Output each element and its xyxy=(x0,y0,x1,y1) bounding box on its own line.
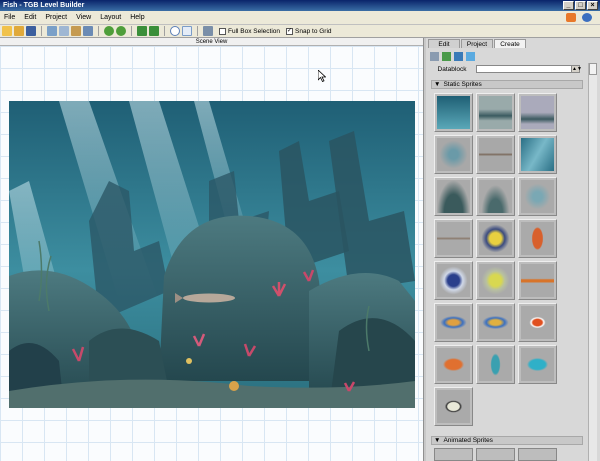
panel-tabs: Edit Project Create xyxy=(428,39,526,48)
refresh-icon[interactable] xyxy=(430,51,439,61)
sprite-rock-cluster[interactable] xyxy=(434,177,473,216)
sprite-gray-fish[interactable] xyxy=(434,219,473,258)
menu-edit[interactable]: Edit xyxy=(24,14,36,21)
menu-bar: File Edit Project View Layout Help xyxy=(0,11,600,25)
sprite-teal-seahorse[interactable] xyxy=(476,345,515,384)
animated-sprites-row xyxy=(434,448,584,461)
scene-view-title: Scene View xyxy=(195,39,228,45)
tab-edit[interactable]: Edit xyxy=(428,39,460,48)
level-scene[interactable] xyxy=(9,101,415,408)
sprite-orange-fish[interactable] xyxy=(434,345,473,384)
toolbar-separator xyxy=(164,26,165,36)
sprite-clownfish[interactable] xyxy=(518,303,557,342)
main-toolbar: Full Box Selection ✓ Snap to Grid xyxy=(0,25,600,38)
animated-sprite-cell[interactable] xyxy=(476,448,515,461)
paste-icon[interactable] xyxy=(71,26,81,36)
undo-icon[interactable] xyxy=(104,26,114,36)
sprite-white-triggerfish[interactable] xyxy=(434,387,473,426)
toolbar-separator xyxy=(131,26,132,36)
sprite-blue-angelfish[interactable] xyxy=(434,261,473,300)
mail-icon[interactable] xyxy=(566,13,576,22)
export-icon[interactable] xyxy=(466,51,475,61)
animated-sprite-cell[interactable] xyxy=(434,448,473,461)
minimize-button[interactable]: _ xyxy=(563,1,574,10)
sprite-water-background[interactable] xyxy=(434,93,473,132)
create-panel: Edit Project Create Datablock ▲▼ ▼ Static… xyxy=(426,38,600,461)
animated-sprites-header[interactable]: ▼ Animated Sprites xyxy=(431,436,583,445)
sprite-orange-eel[interactable] xyxy=(518,261,557,300)
image-icon[interactable] xyxy=(454,51,463,61)
sprite-yellow-angelfish[interactable] xyxy=(476,219,515,258)
pointer-tool-icon[interactable] xyxy=(182,26,192,36)
scrollbar-thumb[interactable] xyxy=(589,63,597,75)
menu-view[interactable]: View xyxy=(76,14,91,21)
sprite-rocks-strip[interactable] xyxy=(476,93,515,132)
menu-project[interactable]: Project xyxy=(45,14,67,21)
select-tool-icon[interactable] xyxy=(170,26,180,36)
maximize-button[interactable]: □ xyxy=(575,1,586,10)
sprite-seaweed-small[interactable] xyxy=(518,177,557,216)
snap-to-grid-toggle[interactable]: ✓ Snap to Grid xyxy=(286,27,332,35)
sprite-light-rays[interactable] xyxy=(518,135,557,174)
tab-project[interactable]: Project xyxy=(461,39,493,48)
snap-to-grid-checkbox[interactable]: ✓ xyxy=(286,27,294,35)
full-box-selection-toggle[interactable]: Full Box Selection xyxy=(219,27,281,35)
new-file-icon[interactable] xyxy=(2,26,12,36)
back-icon[interactable] xyxy=(149,26,159,36)
chevron-down-icon[interactable]: ▲▼ xyxy=(571,66,582,72)
panel-toolbar xyxy=(428,50,590,62)
info-icon[interactable] xyxy=(582,13,592,22)
redo-icon[interactable] xyxy=(116,26,126,36)
cut-icon[interactable] xyxy=(47,26,57,36)
snap-to-grid-label: Snap to Grid xyxy=(295,27,332,35)
copy-icon[interactable] xyxy=(59,26,69,36)
menu-file[interactable]: File xyxy=(4,14,15,21)
static-sprites-label: Static Sprites xyxy=(443,81,482,88)
datablock-label: Datablock xyxy=(437,65,467,73)
forward-icon[interactable] xyxy=(137,26,147,36)
add-icon[interactable] xyxy=(442,51,451,61)
window-title: Fish - TGB Level Builder xyxy=(3,2,85,9)
mouse-cursor-icon xyxy=(318,70,326,82)
animated-sprites-label: Animated Sprites xyxy=(443,437,493,444)
menu-help[interactable]: Help xyxy=(130,14,144,21)
datablock-row: Datablock ▲▼ xyxy=(428,64,590,74)
collapse-triangle-icon: ▼ xyxy=(434,81,441,88)
scene-view-canvas[interactable] xyxy=(0,46,423,461)
camera-icon[interactable] xyxy=(203,26,213,36)
sprite-rock-small[interactable] xyxy=(476,177,515,216)
animated-sprite-cell[interactable] xyxy=(518,448,557,461)
collapse-triangle-icon: ▼ xyxy=(434,437,441,444)
sprite-teal-fish[interactable] xyxy=(518,345,557,384)
menu-layout[interactable]: Layout xyxy=(100,14,121,21)
sprite-yellow-fish[interactable] xyxy=(476,261,515,300)
toolbar-separator xyxy=(98,26,99,36)
sprite-blue-fish-small[interactable] xyxy=(434,303,473,342)
close-button[interactable]: × xyxy=(587,1,598,10)
toolbar-separator xyxy=(41,26,42,36)
open-folder-icon[interactable] xyxy=(14,26,24,36)
panel-scrollbar[interactable] xyxy=(588,63,597,461)
datablock-select[interactable]: ▲▼ xyxy=(476,65,582,73)
window-titlebar: Fish - TGB Level Builder _ □ × xyxy=(0,0,600,11)
sprite-rocks-ruins[interactable] xyxy=(518,93,557,132)
save-icon[interactable] xyxy=(26,26,36,36)
full-box-selection-label: Full Box Selection xyxy=(228,27,281,35)
full-box-selection-checkbox[interactable] xyxy=(219,27,226,35)
sprite-small-fish-strip[interactable] xyxy=(476,135,515,174)
tab-create[interactable]: Create xyxy=(494,39,526,48)
toolbar-separator xyxy=(197,26,198,36)
delete-icon[interactable] xyxy=(83,26,93,36)
sprite-blue-fish-2[interactable] xyxy=(476,303,515,342)
static-sprites-header[interactable]: ▼ Static Sprites xyxy=(431,80,583,89)
scene-view-header: Scene View xyxy=(0,38,423,46)
sprite-seahorse-orange[interactable] xyxy=(518,219,557,258)
sprite-seaweed-plant[interactable] xyxy=(434,135,473,174)
